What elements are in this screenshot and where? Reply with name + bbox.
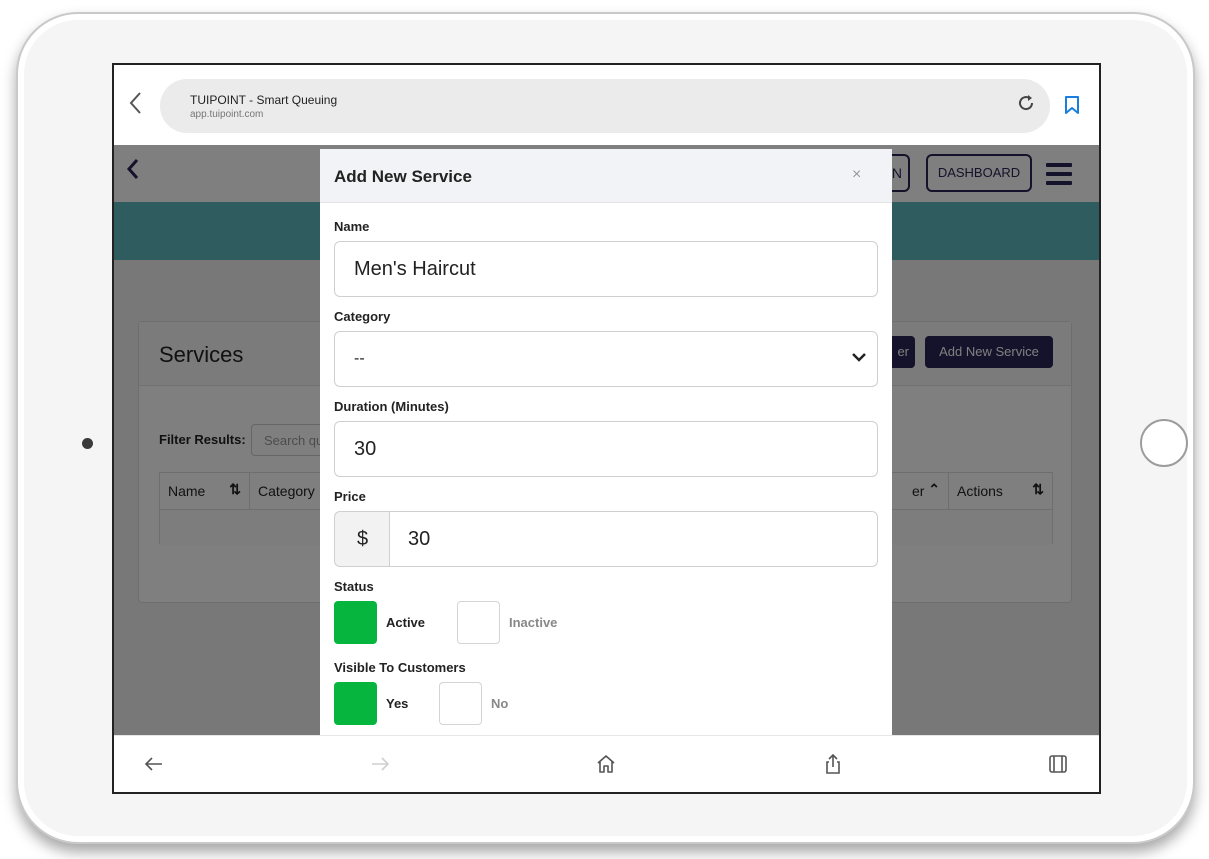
status-inactive-label: Inactive bbox=[509, 615, 558, 630]
share-icon[interactable] bbox=[821, 752, 845, 776]
page-title: TUIPOINT - Smart Queuing bbox=[190, 93, 338, 107]
duration-label: Duration (Minutes) bbox=[334, 399, 449, 414]
tabs-icon[interactable] bbox=[1046, 752, 1070, 776]
category-value: -- bbox=[354, 350, 365, 367]
visible-yes-checkbox[interactable] bbox=[334, 682, 377, 725]
reload-icon[interactable] bbox=[1014, 93, 1038, 117]
front-camera bbox=[82, 438, 93, 449]
add-service-modal: Add New Service × Name Men's Haircut Cat… bbox=[320, 149, 892, 735]
duration-input[interactable]: 30 bbox=[334, 421, 878, 477]
name-input[interactable]: Men's Haircut bbox=[334, 241, 878, 297]
tablet-screen: TUIPOINT - Smart Queuing app.tuipoint.co… bbox=[112, 63, 1101, 794]
visible-no-label: No bbox=[491, 696, 509, 711]
modal-title: Add New Service bbox=[334, 167, 472, 186]
modal-header: Add New Service × bbox=[320, 149, 892, 203]
visible-label: Visible To Customers bbox=[334, 660, 466, 675]
browser-toolbar: TUIPOINT - Smart Queuing app.tuipoint.co… bbox=[114, 65, 1099, 145]
chevron-down-icon bbox=[851, 349, 867, 365]
status-active-checkbox[interactable] bbox=[334, 601, 377, 644]
page-host: app.tuipoint.com bbox=[190, 109, 264, 120]
visible-no-checkbox[interactable] bbox=[439, 682, 482, 725]
name-label: Name bbox=[334, 219, 370, 234]
home-icon[interactable] bbox=[594, 752, 618, 776]
status-inactive-checkbox[interactable] bbox=[457, 601, 500, 644]
home-button[interactable] bbox=[1140, 419, 1188, 467]
browser-back-icon[interactable] bbox=[128, 91, 148, 119]
currency-prefix: $ bbox=[334, 511, 390, 567]
price-label: Price bbox=[334, 489, 366, 504]
price-input[interactable]: 30 bbox=[389, 511, 878, 567]
status-label: Status bbox=[334, 579, 374, 594]
arrow-forward-icon[interactable] bbox=[368, 752, 392, 776]
visible-yes-label: Yes bbox=[386, 696, 409, 711]
address-bar[interactable]: TUIPOINT - Smart Queuing app.tuipoint.co… bbox=[160, 79, 1050, 133]
status-active-label: Active bbox=[386, 615, 426, 630]
category-select[interactable]: -- bbox=[334, 331, 878, 387]
close-icon[interactable]: × bbox=[852, 166, 861, 184]
bookmark-icon[interactable] bbox=[1064, 95, 1080, 115]
category-label: Category bbox=[334, 309, 391, 324]
arrow-back-icon[interactable] bbox=[142, 752, 166, 776]
browser-bottom-toolbar bbox=[114, 735, 1099, 792]
